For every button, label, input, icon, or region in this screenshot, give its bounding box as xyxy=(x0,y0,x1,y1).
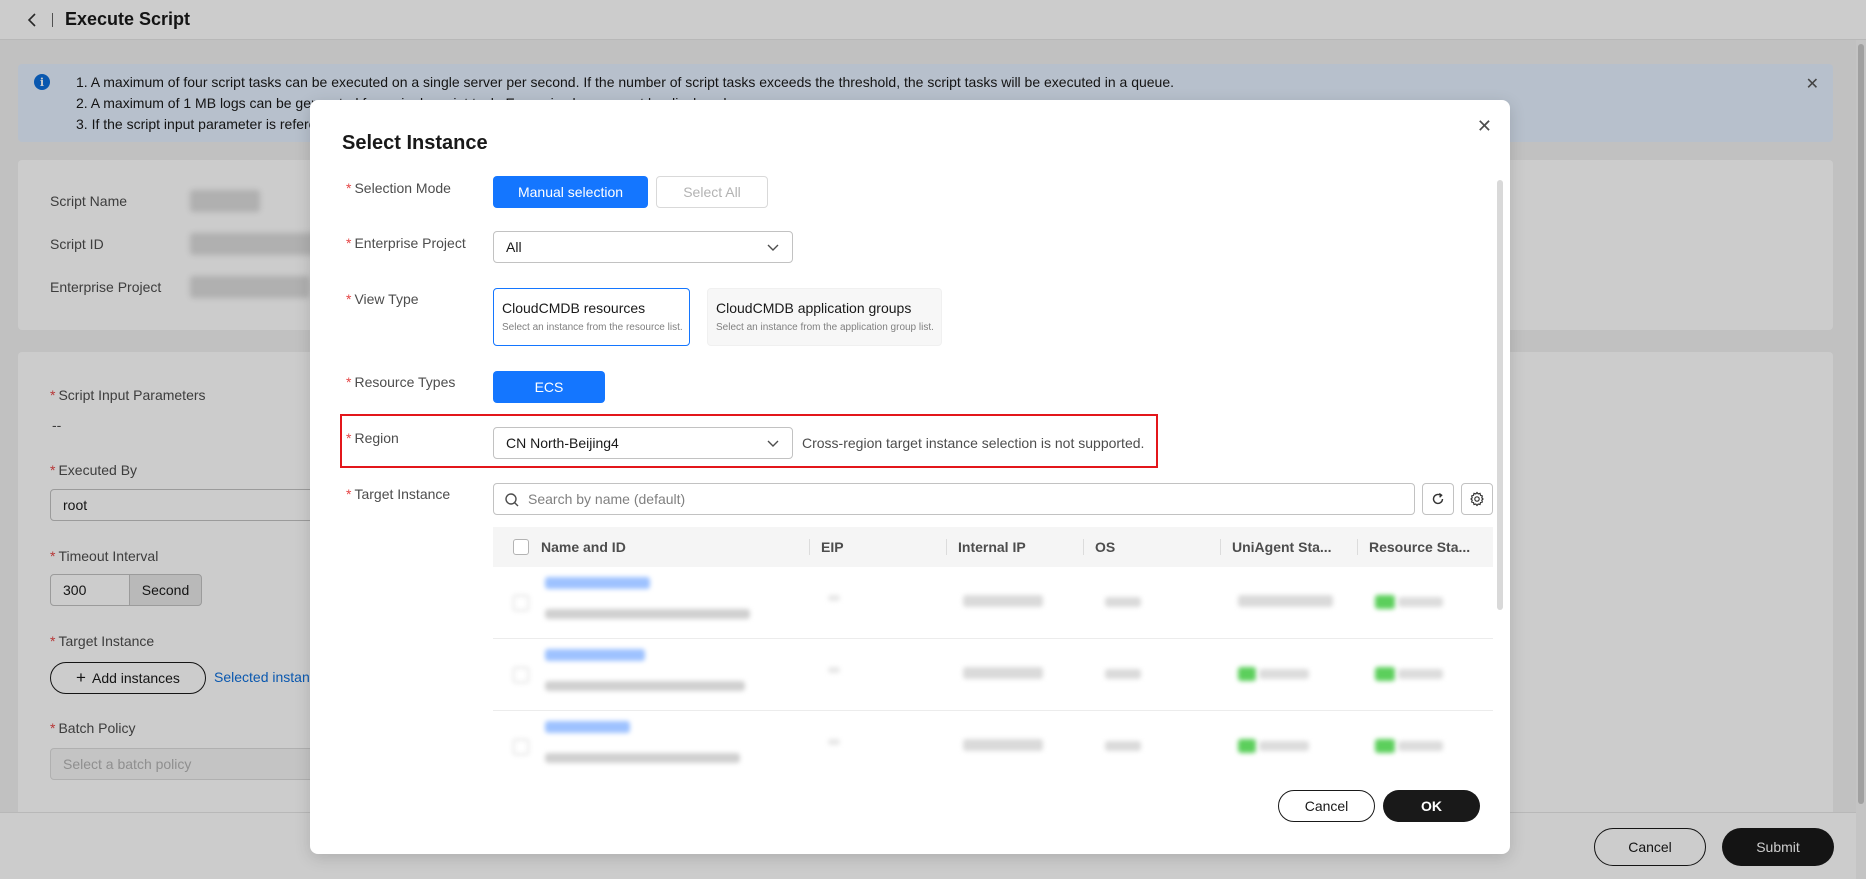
refresh-button[interactable] xyxy=(1422,483,1454,515)
instance-id xyxy=(545,681,745,691)
row-checkbox[interactable] xyxy=(513,667,529,683)
column-internal-ip: Internal IP xyxy=(958,539,1026,555)
table-row[interactable] xyxy=(493,711,1493,783)
resource-types-label: * Resource Types xyxy=(346,374,456,390)
internal-ip-value xyxy=(963,739,1043,751)
refresh-icon xyxy=(1432,493,1444,505)
row-checkbox[interactable] xyxy=(513,739,529,755)
status-badge xyxy=(1238,667,1256,681)
os-value xyxy=(1105,669,1141,679)
instance-name-link[interactable] xyxy=(545,721,630,733)
os-value xyxy=(1105,597,1141,607)
instance-id xyxy=(545,753,740,763)
column-divider xyxy=(1220,539,1221,555)
enterprise-project-select[interactable]: All xyxy=(493,231,793,263)
internal-ip-value xyxy=(963,595,1043,607)
close-dialog-icon[interactable]: ✕ xyxy=(1477,116,1492,137)
manual-selection-button[interactable]: Manual selection xyxy=(493,176,648,208)
view-type-title: CloudCMDB application groups xyxy=(716,300,912,316)
status-badge xyxy=(1375,667,1395,681)
view-type-resources[interactable]: CloudCMDB resources Select an instance f… xyxy=(493,288,690,346)
region-value: CN North-Beijing4 xyxy=(506,435,619,451)
resource-type-ecs-button[interactable]: ECS xyxy=(493,371,605,403)
settings-button[interactable] xyxy=(1461,483,1493,515)
column-divider xyxy=(946,539,947,555)
column-name-and-id: Name and ID xyxy=(541,539,626,555)
search-input[interactable]: Search by name (default) xyxy=(493,483,1415,515)
column-divider xyxy=(1357,539,1358,555)
dialog-cancel-button[interactable]: Cancel xyxy=(1278,790,1375,822)
table-row[interactable] xyxy=(493,567,1493,639)
uniagent-status-value xyxy=(1238,595,1333,607)
dialog-ok-button[interactable]: OK xyxy=(1383,790,1480,822)
view-type-subtitle: Select an instance from the resource lis… xyxy=(502,322,683,333)
enterprise-project-value: All xyxy=(506,239,522,255)
chevron-down-icon xyxy=(767,440,779,447)
target-instance-label: * Target Instance xyxy=(346,486,451,502)
eip-value xyxy=(828,595,840,601)
uniagent-status-value xyxy=(1259,741,1309,751)
view-type-subtitle: Select an instance from the application … xyxy=(716,322,934,333)
enterprise-project-label: * Enterprise Project xyxy=(346,235,466,251)
row-checkbox[interactable] xyxy=(513,595,529,611)
column-resource-status: Resource Sta... xyxy=(1369,539,1471,555)
region-select[interactable]: CN North-Beijing4 xyxy=(493,427,793,459)
column-divider xyxy=(1083,539,1084,555)
eip-value xyxy=(828,667,840,673)
column-uniagent-status: UniAgent Sta... xyxy=(1232,539,1332,555)
resource-status-value xyxy=(1398,741,1443,751)
region-label: * Region xyxy=(346,430,399,446)
table-header: Name and ID EIP Internal IP OS UniAgent … xyxy=(493,527,1493,567)
region-hint: Cross-region target instance selection i… xyxy=(802,435,1145,451)
column-divider xyxy=(809,539,810,555)
dialog-title: Select Instance xyxy=(342,132,488,154)
status-badge xyxy=(1238,739,1256,753)
search-icon xyxy=(505,493,519,507)
resource-status-value xyxy=(1398,669,1443,679)
dialog-scrollbar-thumb[interactable] xyxy=(1497,180,1503,610)
selection-mode-label: * Selection Mode xyxy=(346,180,451,196)
status-badge xyxy=(1375,595,1395,609)
resource-status-value xyxy=(1398,597,1443,607)
eip-value xyxy=(828,739,840,745)
uniagent-status-value xyxy=(1259,669,1309,679)
instance-table: Name and ID EIP Internal IP OS UniAgent … xyxy=(493,527,1493,783)
view-type-title: CloudCMDB resources xyxy=(502,300,646,316)
internal-ip-value xyxy=(963,667,1043,679)
instance-id xyxy=(545,609,750,619)
column-eip: EIP xyxy=(821,539,844,555)
instance-name-link[interactable] xyxy=(545,649,645,661)
status-badge xyxy=(1375,739,1395,753)
os-value xyxy=(1105,741,1141,751)
chevron-down-icon xyxy=(767,244,779,251)
select-instance-dialog: ✕ Select Instance * Selection Mode Manual… xyxy=(310,100,1510,854)
table-row[interactable] xyxy=(493,639,1493,711)
instance-name-link[interactable] xyxy=(545,577,650,589)
gear-icon xyxy=(1470,491,1484,507)
search-placeholder: Search by name (default) xyxy=(528,491,686,507)
view-type-label: * View Type xyxy=(346,291,419,307)
select-all-button[interactable]: Select All xyxy=(656,176,768,208)
select-all-checkbox[interactable] xyxy=(513,539,529,555)
column-os: OS xyxy=(1095,539,1116,555)
view-type-application-groups[interactable]: CloudCMDB application groups Select an i… xyxy=(707,288,942,346)
